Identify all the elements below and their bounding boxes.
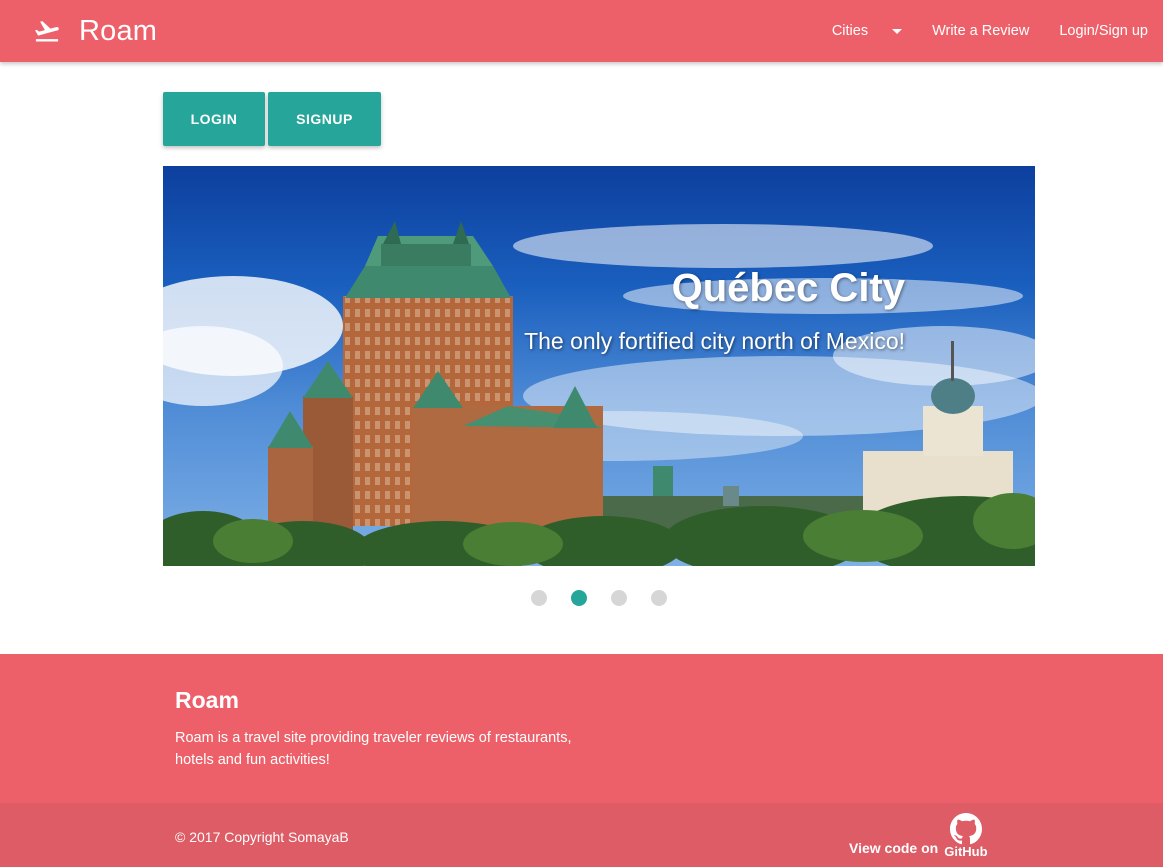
plane-takeoff-icon <box>35 21 59 42</box>
brand-name: Roam <box>79 14 158 47</box>
github-label: GitHub <box>944 844 988 859</box>
github-link[interactable]: View code on GitHub <box>849 813 988 859</box>
nav-links: Cities Write a Review Login/Sign up <box>817 0 1163 62</box>
quebec-city-photo <box>163 221 1035 566</box>
carousel-dot-2[interactable] <box>571 590 587 606</box>
cities-dropdown[interactable]: Cities <box>817 0 917 62</box>
write-review-link[interactable]: Write a Review <box>917 0 1044 62</box>
footer-title: Roam <box>175 687 239 713</box>
copyright-text: © 2017 Copyright SomayaB <box>175 829 349 845</box>
footer-description: Roam is a travel site providing traveler… <box>175 730 572 768</box>
view-code-label: View code on <box>849 840 939 856</box>
slide-title: Québec City <box>671 266 905 310</box>
chevron-down-icon <box>892 28 903 34</box>
carousel-dot-4[interactable] <box>651 590 667 606</box>
footer: Roam Roam is a travel site providing tra… <box>0 654 1163 803</box>
github-logo: GitHub <box>944 813 988 859</box>
carousel-dot-3[interactable] <box>611 590 627 606</box>
slide-caption: The only fortified city north of Mexico! <box>524 328 905 354</box>
navbar: Roam Cities Write a Review Login/Sign up <box>0 0 1163 62</box>
signup-button[interactable]: SIGNUP <box>268 92 381 146</box>
carousel-dot-1[interactable] <box>531 590 547 606</box>
brand-logo[interactable]: Roam <box>31 15 157 48</box>
github-icon <box>949 813 982 845</box>
carousel-slide[interactable]: Québec City The only fortified city nort… <box>163 166 1035 566</box>
carousel-indicators <box>531 590 691 606</box>
cities-label: Cities <box>831 23 869 39</box>
footer-copyright: © 2017 Copyright SomayaB View code on Gi… <box>0 803 1163 867</box>
login-signup-link[interactable]: Login/Sign up <box>1044 0 1163 62</box>
login-button[interactable]: LOGIN <box>163 92 265 146</box>
